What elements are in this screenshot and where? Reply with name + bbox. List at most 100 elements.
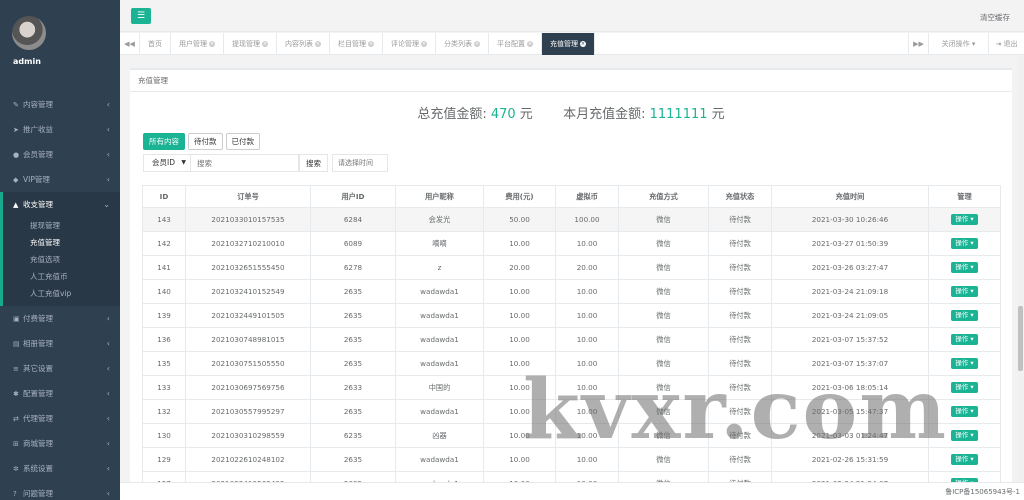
table-cell: 50.00 (483, 207, 556, 232)
tab-8[interactable]: 平台配置 × (489, 33, 542, 55)
row-action-button[interactable]: 操作 ▾ (951, 310, 978, 321)
sidebar-item-send[interactable]: ➤ 推广收益 ‹ (0, 117, 120, 142)
filter-tab-1[interactable]: 所有内容 (143, 133, 185, 150)
row-action-button[interactable]: 操作 ▾ (951, 454, 978, 465)
sidebar-item-label: 推广收益 (23, 125, 53, 134)
tab-2[interactable]: 用户管理 × (171, 33, 224, 55)
table-cell: 中国的 (395, 375, 484, 400)
sidebar-item-pencil[interactable]: ✎ 内容管理 ‹ (0, 92, 120, 117)
close-operations-dropdown[interactable]: 关闭操作 ▾ (928, 33, 988, 55)
close-icon[interactable]: × (315, 41, 321, 47)
table-cell: wadawda1 (395, 279, 484, 304)
sidebar-item-list[interactable]: ≡ 其它设置 ‹ (0, 356, 120, 381)
sidebar-item-cogs[interactable]: ✲ 系统设置 ‹ (0, 456, 120, 481)
sidebar-item-users[interactable]: ● 会员管理 ‹ (0, 142, 120, 167)
column-header: ID (142, 185, 186, 208)
filter-tab-3[interactable]: 已付款 (225, 133, 260, 150)
image-icon: ▤ (13, 339, 20, 348)
sidebar-item-image[interactable]: ▤ 相册管理 ‹ (0, 331, 120, 356)
month-recharge-unit: 元 (707, 107, 725, 122)
table-cell: 10.00 (483, 423, 556, 448)
table-cell: 142 (142, 231, 186, 256)
sidebar-subitem-3[interactable]: 充值选项 (3, 251, 120, 268)
sidebar-group-finance: ▲ 收支管理 ⌄ 提现管理 充值管理 充值选项 人工充值币 人工充值vip (0, 192, 120, 306)
table-cell: 2021-03-06 18:05:14 (771, 375, 929, 400)
tab-6[interactable]: 评论管理 × (383, 33, 436, 55)
share-icon: ⇄ (13, 414, 19, 423)
tab-9[interactable]: 充值管理 × (542, 33, 595, 55)
exit-button[interactable]: ⇥ 退出 (988, 33, 1024, 55)
sidebar-subitem-1[interactable]: 提现管理 (3, 217, 120, 234)
close-icon[interactable]: × (421, 41, 427, 47)
sidebar-item-wallet[interactable]: ▣ 付费管理 ‹ (0, 306, 120, 331)
date-picker-input[interactable] (332, 154, 388, 172)
list-icon: ≡ (13, 364, 19, 373)
table-cell: wadawda1 (395, 447, 484, 472)
row-action-button[interactable]: 操作 ▾ (951, 214, 978, 225)
search-button[interactable]: 搜索 (299, 154, 328, 172)
chevron-left-icon: ‹ (106, 175, 110, 184)
sidebar-subitem-4[interactable]: 人工充值币 (3, 268, 120, 285)
row-action-label: 操作 (955, 383, 969, 391)
table-cell: 2635 (310, 303, 396, 328)
profile-block: admin (0, 0, 120, 78)
search-field-select[interactable]: 会员ID ▼ (143, 154, 191, 172)
table-cell: 2021-03-07 15:37:07 (771, 351, 929, 376)
sidebar-item-cart[interactable]: ⊞ 商城管理 ‹ (0, 431, 120, 456)
close-icon[interactable]: × (262, 41, 268, 47)
close-icon[interactable]: × (527, 41, 533, 47)
question-icon: ? (13, 489, 17, 498)
tab-4[interactable]: 内容列表 × (277, 33, 330, 55)
footer: 鲁ICP备15065943号-1 (120, 482, 1024, 500)
table-cell: 微信 (618, 279, 709, 304)
sidebar-item-label: 商城管理 (23, 439, 53, 448)
tabs-scroll-right-button[interactable]: ▶▶ (908, 33, 928, 55)
sidebar-item-vip[interactable]: ◆ VIP管理 ‹ (0, 167, 120, 192)
table-row: 135 2021030751505550 2635 wadawda1 10.00 10.0… (142, 351, 1001, 376)
close-icon[interactable]: × (580, 41, 586, 47)
tab-1[interactable]: 首页 (140, 33, 171, 55)
table-cell: 133 (142, 375, 186, 400)
row-action-button[interactable]: 操作 ▾ (951, 358, 978, 369)
close-icon[interactable]: × (209, 41, 215, 47)
clear-cache-link[interactable]: 清空缓存 (980, 12, 1010, 23)
row-action-button[interactable]: 操作 ▾ (951, 406, 978, 417)
filter-tab-2[interactable]: 待付款 (188, 133, 223, 150)
chevron-left-icon: ‹ (106, 414, 110, 423)
sidebar-subitem-2[interactable]: 充值管理 (3, 234, 120, 251)
sidebar-item-label: 其它设置 (23, 364, 53, 373)
search-input[interactable] (191, 154, 299, 172)
menu-toggle-button[interactable]: ☰ (131, 8, 151, 24)
scrollbar-thumb[interactable] (1018, 306, 1023, 371)
table-cell: 6089 (310, 231, 396, 256)
admin-name[interactable]: admin (13, 57, 41, 66)
sidebar-item-user[interactable]: ▲ 收支管理 ⌄ (3, 192, 120, 217)
row-action-button[interactable]: 操作 ▾ (951, 382, 978, 393)
sidebar-item-gear[interactable]: ✱ 配置管理 ‹ (0, 381, 120, 406)
table-cell: wadawda1 (395, 327, 484, 352)
close-icon[interactable]: × (474, 41, 480, 47)
row-action-button[interactable]: 操作 ▾ (951, 286, 978, 297)
row-action-button[interactable]: 操作 ▾ (951, 238, 978, 249)
table-cell: 139 (142, 303, 186, 328)
table-cell-actions: 操作 ▾ (928, 375, 1001, 400)
row-action-button[interactable]: 操作 ▾ (951, 430, 978, 441)
sidebar-item-question[interactable]: ? 问题管理 ‹ (0, 481, 120, 500)
table-cell: 10.00 (483, 231, 556, 256)
tab-3[interactable]: 提现管理 × (224, 33, 277, 55)
caret-down-icon: ▾ (968, 239, 974, 247)
tabs-scroll-left-button[interactable]: ◀◀ (120, 33, 140, 55)
close-icon[interactable]: × (368, 41, 374, 47)
page-scrollbar[interactable] (1017, 56, 1024, 482)
tab-5[interactable]: 栏目管理 × (330, 33, 383, 55)
table-cell: 待付款 (708, 447, 772, 472)
avatar[interactable] (12, 16, 46, 50)
tab-label: 首页 (148, 40, 162, 48)
row-action-button[interactable]: 操作 ▾ (951, 262, 978, 273)
row-action-button[interactable]: 操作 ▾ (951, 334, 978, 345)
total-recharge-value: 470 (490, 107, 516, 122)
sidebar-item-share[interactable]: ⇄ 代理管理 ‹ (0, 406, 120, 431)
tab-7[interactable]: 分类列表 × (436, 33, 489, 55)
sidebar-subitem-5[interactable]: 人工充值vip (3, 285, 120, 302)
table-cell: 2021032410152549 (185, 279, 311, 304)
